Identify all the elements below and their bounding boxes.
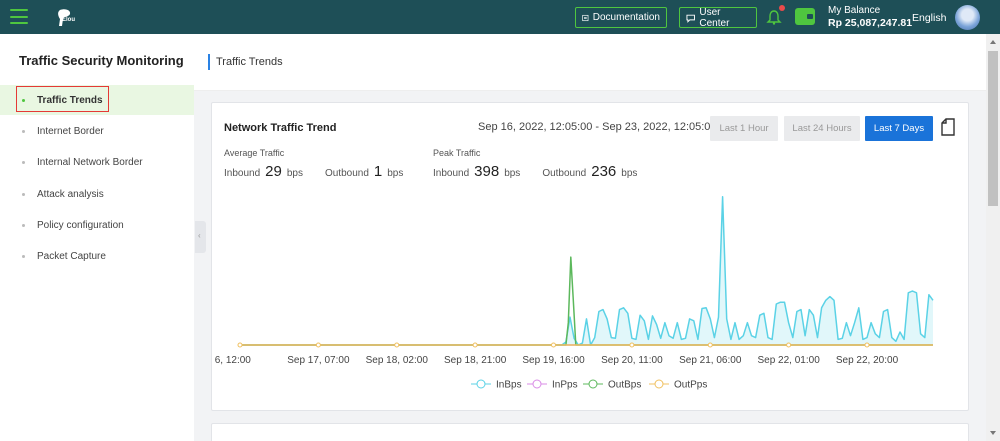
- legend-marker-outbps: [588, 379, 598, 389]
- bullet-icon: [22, 254, 25, 258]
- last-24-hours-button[interactable]: Last 24 Hours: [784, 116, 860, 141]
- sidebar-collapse-handle[interactable]: ‹: [195, 221, 206, 253]
- series-point-outpps: [394, 342, 400, 348]
- legend-marker-outpps: [654, 379, 664, 389]
- peak-traffic-values: Inbound 398 bps Outbound 236 bps: [433, 163, 637, 180]
- legend-label-outbps: OutBps: [608, 380, 641, 391]
- sidebar-item-traffic-trends[interactable]: Traffic Trends: [0, 85, 194, 115]
- sidebar-item-attack-analysis[interactable]: Attack analysis: [0, 179, 194, 209]
- peak-traffic-label: Peak Traffic: [433, 148, 481, 158]
- sidebar-item-internet-border[interactable]: Internet Border: [0, 116, 194, 146]
- legend-label-inbps: InBps: [496, 380, 522, 391]
- avg-inbound-value: 29: [265, 163, 282, 180]
- notification-bell-icon[interactable]: [766, 9, 782, 25]
- balance-amount: Rp 25,087,247.81: [828, 17, 913, 29]
- peak-outbound-unit: bps: [621, 168, 638, 179]
- x-tick-label: Sep 22, 20:00: [836, 355, 899, 366]
- document-icon: [582, 14, 589, 21]
- bullet-icon: [22, 192, 25, 196]
- language-selector[interactable]: English: [912, 12, 946, 24]
- average-traffic-label: Average Traffic: [224, 148, 285, 158]
- content-header: Traffic Trends: [194, 34, 986, 91]
- series-point-outpps: [551, 342, 556, 348]
- avg-outbound-label: Outbound: [324, 168, 369, 179]
- series-point-outpps: [237, 342, 243, 348]
- title-accent-bar: [208, 54, 210, 70]
- sidebar-item-label: Traffic Trends: [37, 94, 103, 106]
- scrollbar-thumb[interactable]: [988, 51, 998, 206]
- documentation-button[interactable]: Documentation: [575, 7, 667, 28]
- peak-outbound-value: 236: [591, 163, 617, 180]
- x-tick-label: Sep 19, 16:00: [522, 355, 585, 366]
- bullet-icon: [22, 98, 25, 102]
- top-navigation-bar: Elou Documentation User Center My Balanc…: [0, 0, 1000, 34]
- last-1-hour-button[interactable]: Last 1 Hour: [710, 116, 778, 141]
- balance-display[interactable]: My Balance Rp 25,087,247.81: [828, 5, 912, 29]
- peak-outbound-label: Outbound: [542, 168, 587, 179]
- bullet-icon: [22, 129, 25, 133]
- chat-icon: [686, 14, 695, 23]
- sidebar-item-label: Internal Network Border: [37, 156, 143, 168]
- x-tick-label: Sep 18, 02:00: [366, 355, 429, 366]
- legend-marker-inbps: [476, 379, 486, 389]
- sidebar-item-packet-capture[interactable]: Packet Capture: [0, 241, 194, 271]
- x-tick-label: Sep 20, 11:00: [601, 355, 663, 366]
- series-point-outpps: [629, 342, 635, 348]
- network-traffic-card: Network Traffic Trend Sep 16, 2022, 12:0…: [211, 102, 969, 411]
- page-title: Traffic Trends: [216, 56, 283, 68]
- balance-label: My Balance: [828, 5, 881, 16]
- x-tick-label: Sep 17, 07:00: [287, 355, 350, 366]
- avg-inbound-unit: bps: [286, 168, 303, 179]
- peak-inbound-value: 398: [474, 163, 500, 180]
- sidebar-item-internal-network-border[interactable]: Internal Network Border: [0, 147, 194, 177]
- chevron-left-icon: ‹: [198, 231, 201, 240]
- user-center-label: User Center: [699, 6, 730, 29]
- series-point-outpps: [472, 342, 478, 348]
- series-point-outpps: [315, 342, 321, 348]
- sidebar-title: Traffic Security Monitoring: [19, 53, 184, 68]
- series-point-outpps: [864, 342, 870, 348]
- card-title: Network Traffic Trend: [224, 122, 337, 134]
- logo-text: Elou: [62, 17, 75, 23]
- series-point-outpps: [707, 342, 713, 348]
- legend-label-outpps: OutPps: [674, 380, 707, 391]
- avg-inbound-label: Inbound: [224, 168, 261, 179]
- legend-label-inpps: InPps: [552, 380, 578, 391]
- bullet-icon: [22, 223, 25, 227]
- average-traffic-values: Inbound 29 bps Outbound 1 bps: [224, 163, 403, 180]
- sidebar: Traffic Security Monitoring Traffic Tren…: [0, 34, 194, 441]
- sidebar-item-label: Attack analysis: [37, 188, 104, 200]
- x-tick-label: Sep 22, 01:00: [757, 355, 820, 366]
- x-tick-label: Sep 21, 06:00: [679, 355, 742, 366]
- hamburger-menu-icon[interactable]: [10, 9, 28, 24]
- bullet-icon: [22, 160, 25, 164]
- time-range-text: Sep 16, 2022, 12:05:00 - Sep 23, 2022, 1…: [478, 121, 717, 133]
- x-tick-label: Sep 18, 21:00: [444, 355, 507, 366]
- legend-marker-inpps: [532, 379, 542, 389]
- last-7-days-button[interactable]: Last 7 Days: [865, 116, 933, 141]
- notification-badge: [779, 5, 785, 11]
- documentation-label: Documentation: [592, 12, 660, 23]
- peak-inbound-unit: bps: [504, 168, 521, 179]
- avatar[interactable]: [955, 5, 980, 30]
- traffic-line-chart: 16, 12:00 Sep 17, 07:00 Sep 18, 02:00 Sep 1…: [215, 195, 934, 391]
- series-point-outpps: [786, 342, 792, 348]
- secondary-card: [211, 423, 969, 441]
- wallet-icon[interactable]: [795, 8, 815, 25]
- sidebar-item-label: Policy configuration: [37, 219, 124, 231]
- avg-outbound-unit: bps: [387, 168, 404, 179]
- sidebar-item-label: Packet Capture: [37, 250, 106, 262]
- sidebar-item-policy-configuration[interactable]: Policy configuration: [0, 210, 194, 240]
- vertical-scrollbar[interactable]: [986, 34, 1000, 441]
- peak-inbound-label: Inbound: [433, 168, 470, 179]
- user-center-button[interactable]: User Center: [679, 6, 757, 29]
- sidebar-item-label: Internet Border: [37, 125, 104, 137]
- x-tick-label: 16, 12:00: [215, 355, 251, 366]
- export-icon[interactable]: [940, 117, 956, 137]
- avg-outbound-value: 1: [373, 163, 383, 180]
